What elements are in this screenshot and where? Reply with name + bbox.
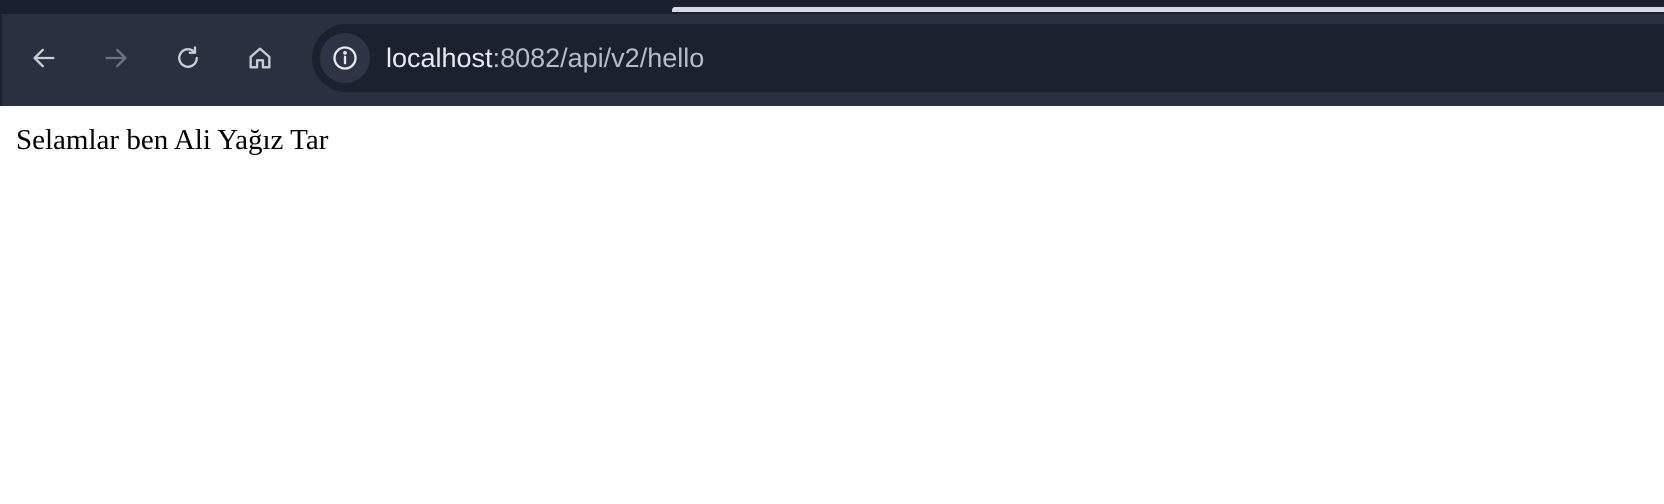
page-body-text: Selamlar ben Ali Yağız Tar bbox=[16, 124, 329, 156]
url-path: :8082/api/v2/hello bbox=[492, 43, 705, 73]
back-button[interactable] bbox=[22, 36, 66, 80]
tab-strip bbox=[0, 0, 1664, 14]
reload-icon bbox=[178, 46, 198, 68]
site-info-button[interactable] bbox=[320, 33, 370, 83]
forward-button[interactable] bbox=[94, 36, 138, 80]
page-content: Selamlar ben Ali Yağız Tar bbox=[0, 106, 1664, 504]
info-icon bbox=[333, 46, 357, 70]
url-text[interactable]: localhost:8082/api/v2/hello bbox=[386, 40, 704, 76]
toolbar-edge bbox=[0, 14, 2, 106]
arrow-right-icon bbox=[105, 48, 127, 68]
url-host: localhost bbox=[386, 43, 493, 73]
active-tab-edge[interactable] bbox=[672, 7, 1664, 12]
arrow-left-icon bbox=[33, 48, 55, 68]
home-icon bbox=[249, 47, 271, 69]
home-button[interactable] bbox=[238, 36, 282, 80]
reload-button[interactable] bbox=[166, 36, 210, 80]
